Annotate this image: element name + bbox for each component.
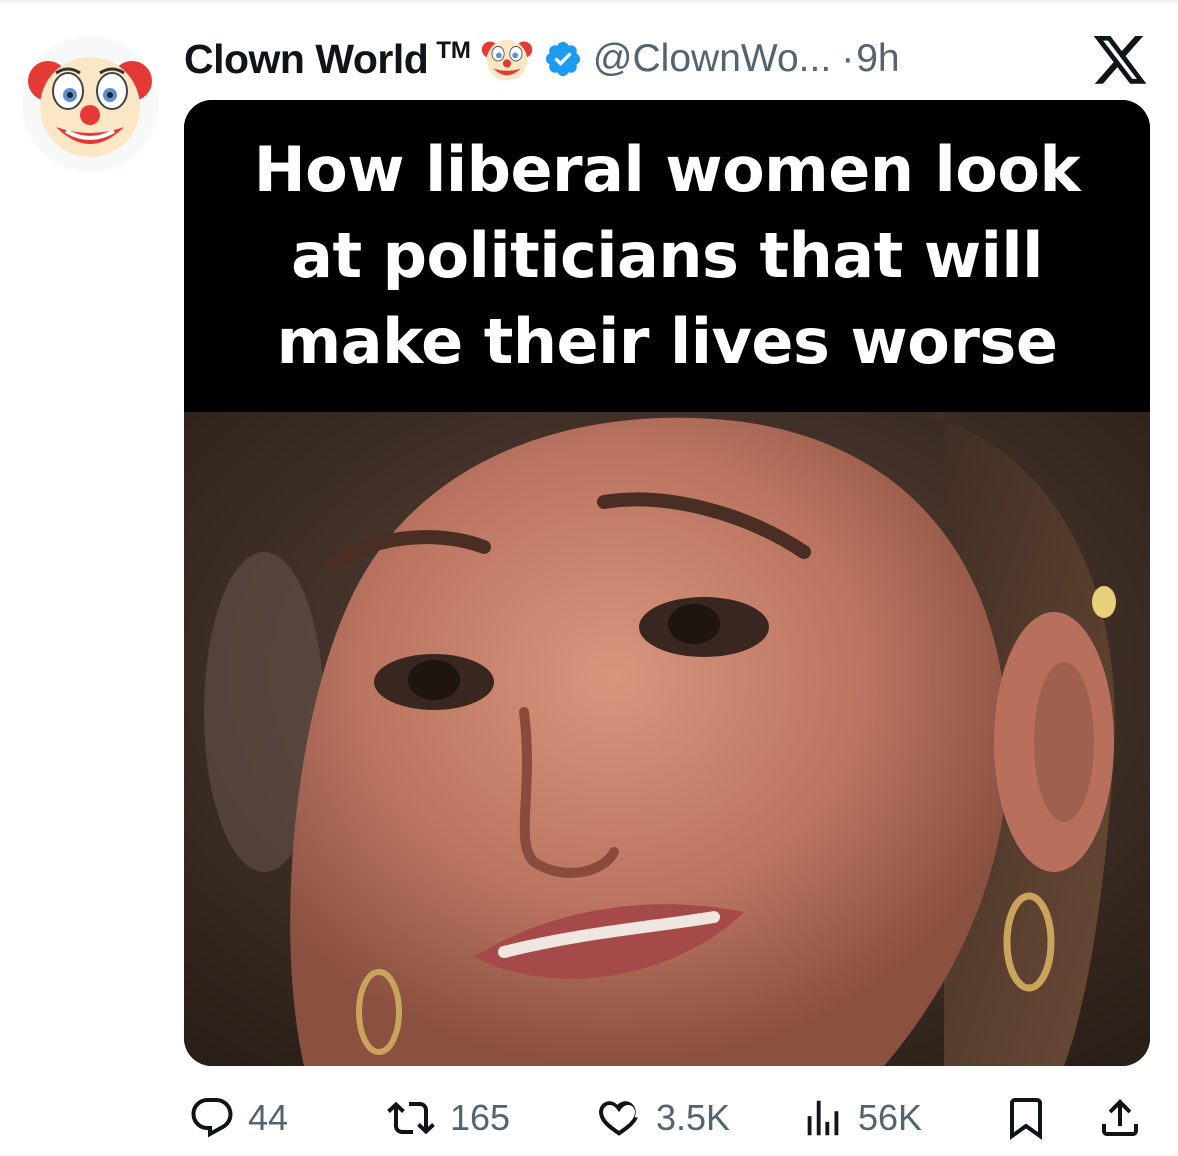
- share-button[interactable]: [1096, 1088, 1144, 1148]
- tweet-media[interactable]: How liberal women look at politicians th…: [184, 100, 1150, 1066]
- repost-button[interactable]: 165: [384, 1088, 510, 1148]
- tweet-action-bar: 44 165 3.5K 56K: [184, 1088, 1150, 1148]
- media-photo: [184, 412, 1150, 1066]
- bookmark-icon: [1010, 1098, 1042, 1140]
- clown-face-icon: [481, 39, 533, 81]
- reply-button[interactable]: 44: [188, 1088, 288, 1148]
- repost-count: 165: [450, 1097, 511, 1138]
- like-button[interactable]: 3.5K: [594, 1088, 730, 1148]
- avatar[interactable]: [22, 36, 158, 172]
- tweet-header: Clown World TM @ClownWo... · 9h: [184, 28, 994, 90]
- repost-icon: [387, 1101, 435, 1135]
- x-logo-icon: [1093, 36, 1147, 84]
- verified-badge-icon: [545, 41, 581, 77]
- media-caption: How liberal women look at politicians th…: [253, 133, 1081, 378]
- clown-face-icon: [28, 57, 152, 157]
- heart-icon: [599, 1101, 638, 1136]
- views-count: 56K: [858, 1097, 923, 1138]
- media-caption-box: How liberal women look at politicians th…: [184, 100, 1150, 412]
- bookmark-button[interactable]: [1002, 1088, 1050, 1148]
- timestamp[interactable]: 9h: [856, 37, 899, 81]
- views-button[interactable]: 56K: [800, 1088, 922, 1148]
- like-count: 3.5K: [656, 1097, 731, 1138]
- reply-count: 44: [248, 1097, 289, 1138]
- display-name[interactable]: Clown World: [184, 36, 429, 83]
- separator-dot: ·: [841, 37, 855, 80]
- handle[interactable]: @ClownWo...: [593, 37, 831, 81]
- views-icon: [807, 1100, 839, 1136]
- share-icon: [1102, 1099, 1138, 1136]
- top-divider: [0, 0, 1178, 3]
- reply-icon: [191, 1098, 233, 1138]
- trademark-mark: TM: [436, 37, 471, 64]
